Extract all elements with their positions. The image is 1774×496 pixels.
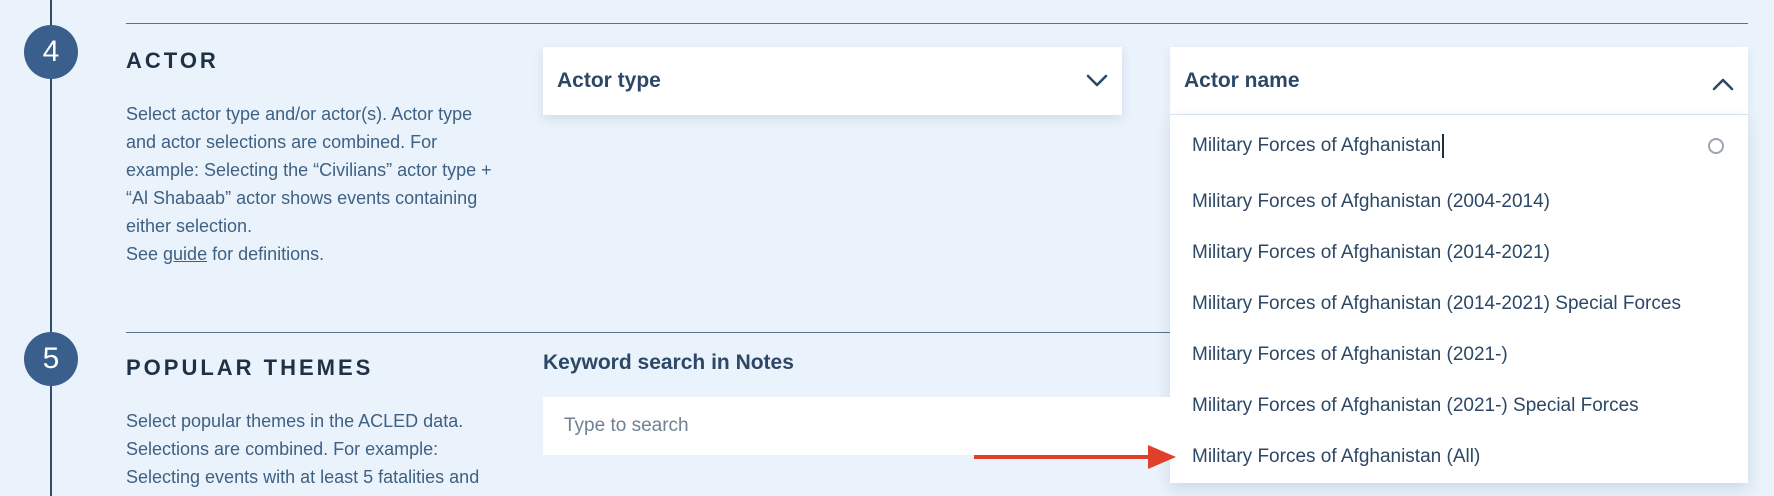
description-line: and actor selections are combined. For bbox=[126, 132, 438, 152]
actor-type-select[interactable]: Actor type bbox=[543, 47, 1122, 115]
actor-name-search-value: Military Forces of Afghanistan bbox=[1192, 135, 1442, 156]
text-caret bbox=[1442, 134, 1445, 158]
description-line: either selection. bbox=[126, 216, 253, 236]
description-line: See guide for definitions. bbox=[126, 240, 506, 268]
description-line: Select popular themes in the ACLED data. bbox=[126, 411, 464, 431]
description-line: Selecting events with at least 5 fatalit… bbox=[126, 467, 480, 487]
dropdown-option[interactable]: Military Forces of Afghanistan (2021-) bbox=[1192, 344, 1508, 366]
actor-name-select[interactable]: Actor name bbox=[1170, 47, 1748, 115]
actor-type-label: Actor type bbox=[557, 69, 661, 92]
section-title-actor: ACTOR bbox=[126, 48, 219, 73]
section-divider bbox=[126, 23, 1748, 24]
section-description-popular-themes: Select popular themes in the ACLED data.… bbox=[126, 407, 506, 491]
chevron-down-icon bbox=[1086, 74, 1108, 88]
dropdown-option[interactable]: Military Forces of Afghanistan (2014-202… bbox=[1192, 242, 1550, 264]
chevron-up-icon bbox=[1712, 77, 1734, 91]
see-suffix: for definitions. bbox=[207, 244, 325, 264]
keyword-search-label: Keyword search in Notes bbox=[543, 351, 794, 374]
actor-name-dropdown: Military Forces of Afghanistan Military … bbox=[1170, 115, 1748, 483]
section-title-popular-themes: POPULAR THEMES bbox=[126, 355, 374, 380]
description-line: Selections are combined. For example: bbox=[126, 439, 439, 459]
loading-spinner-icon bbox=[1708, 138, 1724, 154]
dropdown-option[interactable]: Military Forces of Afghanistan (2021-) S… bbox=[1192, 395, 1639, 417]
section-divider bbox=[126, 332, 1170, 333]
step-number-badge: 4 bbox=[24, 25, 78, 79]
dropdown-option[interactable]: Military Forces of Afghanistan (2014-202… bbox=[1192, 293, 1681, 315]
description-line: “Al Shabaab” actor shows events containi… bbox=[126, 188, 478, 208]
section-description-actor: Select actor type and/or actor(s). Actor… bbox=[126, 100, 506, 268]
actor-name-search-input[interactable]: Military Forces of Afghanistan bbox=[1170, 115, 1748, 177]
guide-link[interactable]: guide bbox=[163, 244, 207, 264]
dropdown-option[interactable]: Military Forces of Afghanistan (All) bbox=[1192, 446, 1480, 468]
actor-name-label: Actor name bbox=[1184, 68, 1300, 92]
annotation-arrow-icon bbox=[972, 443, 1178, 476]
dropdown-option[interactable]: Military Forces of Afghanistan (2004-201… bbox=[1192, 191, 1550, 213]
page: 4 ACTOR Select actor type and/or actor(s… bbox=[0, 0, 1774, 496]
description-line: example: Selecting the “Civilians” actor… bbox=[126, 160, 492, 180]
see-prefix: See bbox=[126, 244, 164, 264]
description-line: Select actor type and/or actor(s). Actor… bbox=[126, 104, 473, 124]
step-number-badge: 5 bbox=[24, 332, 78, 386]
